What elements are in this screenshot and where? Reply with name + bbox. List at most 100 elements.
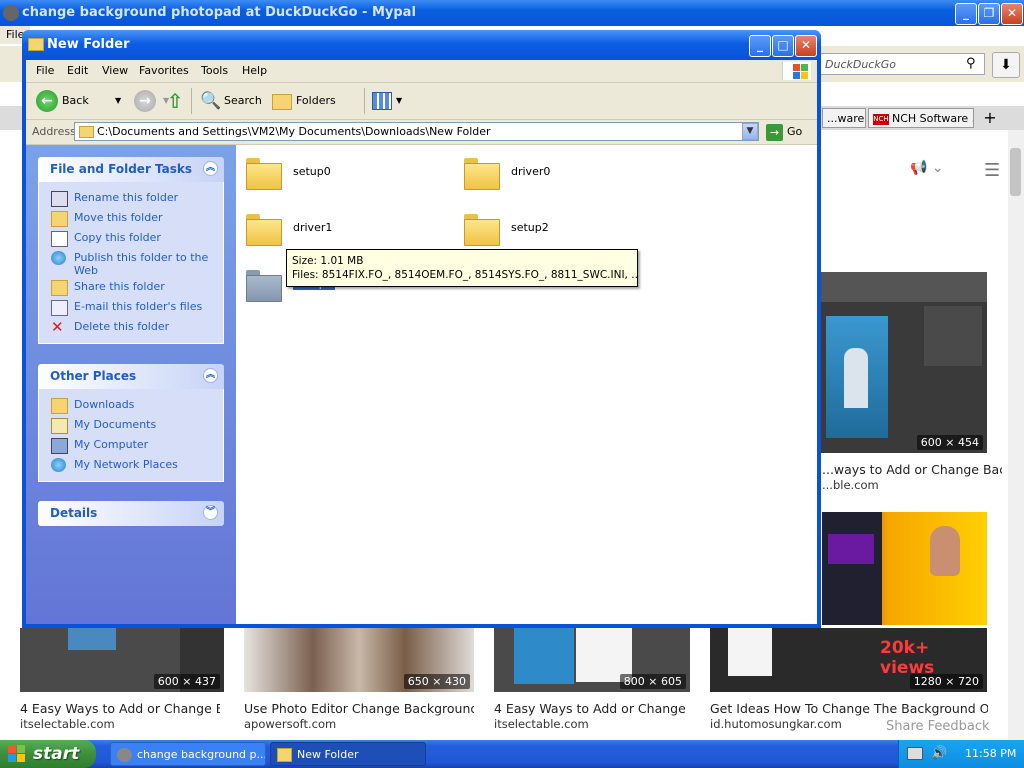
address-bar: Address C:\Documents and Settings\VM2\My… bbox=[26, 120, 817, 145]
address-input[interactable]: C:\Documents and Settings\VM2\My Documen… bbox=[74, 122, 759, 141]
folder-item[interactable]: setup2 bbox=[454, 208, 664, 252]
browser-maximize-button[interactable]: ❐ bbox=[978, 3, 1000, 25]
file-view[interactable]: setup0 driver0 driver1 setup2 setup1 bbox=[236, 145, 817, 624]
task-label: Move this folder bbox=[74, 211, 163, 224]
result-thumbnail[interactable]: 600 × 454 bbox=[820, 272, 987, 453]
task-email-files[interactable]: E-mail this folder's files bbox=[39, 297, 223, 317]
folder-item[interactable]: driver1 bbox=[236, 208, 446, 252]
place-downloads[interactable]: Downloads bbox=[39, 395, 223, 415]
result-host[interactable]: itselectable.com bbox=[494, 717, 589, 731]
explorer-title-bar[interactable]: New Folder _ □ ✕ bbox=[22, 30, 821, 60]
result-thumbnail[interactable]: 800 × 605 bbox=[494, 628, 690, 692]
result-host[interactable]: id.hutomosungkar.com bbox=[710, 717, 842, 731]
details-header[interactable]: Details ︾ bbox=[38, 501, 224, 526]
result-thumbnail[interactable]: 20k+ views 1280 × 720 bbox=[710, 628, 987, 692]
browser-minimize-button[interactable]: _ bbox=[955, 3, 977, 25]
browser-tab[interactable]: NCH NCH Software ... bbox=[868, 108, 974, 128]
browser-tab-label: NCH Software ... bbox=[892, 112, 974, 125]
explorer-window: New Folder _ □ ✕ File Edit View Favorite… bbox=[22, 30, 821, 628]
menu-edit[interactable]: Edit bbox=[67, 60, 88, 82]
task-share-folder[interactable]: Share this folder bbox=[39, 277, 223, 297]
clock[interactable]: 11:58 PM bbox=[965, 740, 1016, 768]
go-arrow-icon: → bbox=[766, 123, 783, 141]
collapse-chevron-icon[interactable]: ︽ bbox=[203, 368, 218, 383]
folders-button[interactable]: Folders bbox=[296, 83, 336, 119]
menu-bar: File Edit View Favorites Tools Help bbox=[26, 60, 817, 83]
volume-icon[interactable]: 🔊 bbox=[931, 740, 947, 768]
result-thumbnail[interactable]: 600 × 437 bbox=[20, 628, 224, 692]
menu-favorites[interactable]: Favorites bbox=[139, 60, 189, 82]
maximize-button[interactable]: □ bbox=[772, 35, 794, 57]
result-title[interactable]: ...ways to Add or Change Bac... bbox=[822, 462, 1002, 477]
views-icon[interactable] bbox=[372, 92, 392, 110]
share-feedback-link[interactable]: Share Feedback bbox=[886, 719, 990, 734]
scrollbar-thumb[interactable] bbox=[1010, 148, 1021, 196]
file-folder-tasks-header[interactable]: File and Folder Tasks ︽ bbox=[38, 157, 224, 182]
browser-tab[interactable]: ...ware ... bbox=[822, 108, 866, 128]
task-label: Share this folder bbox=[74, 280, 165, 293]
views-dropdown-icon[interactable]: ▼ bbox=[396, 83, 402, 119]
keyboard-icon[interactable] bbox=[907, 747, 923, 760]
menu-tools[interactable]: Tools bbox=[201, 60, 228, 82]
menu-file[interactable]: File bbox=[36, 60, 54, 82]
result-host[interactable]: apowersoft.com bbox=[244, 717, 336, 731]
megaphone-icon[interactable]: 📢 ⌄ bbox=[910, 160, 944, 176]
place-my-documents[interactable]: My Documents bbox=[39, 415, 223, 435]
task-copy-folder[interactable]: Copy this folder bbox=[39, 228, 223, 248]
result-host[interactable]: ...ble.com bbox=[822, 478, 879, 492]
task-move-folder[interactable]: Move this folder bbox=[39, 208, 223, 228]
collapse-chevron-icon[interactable]: ︽ bbox=[203, 161, 218, 176]
result-thumbnail[interactable] bbox=[822, 512, 987, 625]
other-places-header[interactable]: Other Places ︽ bbox=[38, 364, 224, 389]
browser-search-input[interactable]: DuckDuckGo bbox=[820, 53, 985, 75]
globe-icon bbox=[51, 251, 66, 265]
folder-item[interactable]: setup0 bbox=[236, 152, 446, 196]
my-computer-icon bbox=[51, 438, 68, 454]
task-label: Rename this folder bbox=[74, 191, 179, 204]
search-icon[interactable]: ⚲ bbox=[966, 56, 980, 71]
back-arrow-icon[interactable]: ← bbox=[36, 90, 58, 112]
result-host[interactable]: itselectable.com bbox=[20, 717, 115, 731]
task-pane: File and Folder Tasks ︽ Rename this fold… bbox=[26, 145, 236, 624]
browser-scrollbar[interactable] bbox=[1008, 130, 1024, 740]
image-size-badge: 800 × 605 bbox=[619, 674, 686, 689]
back-button[interactable]: Back bbox=[62, 83, 89, 119]
result-title[interactable]: 4 Easy Ways to Add or Change B... bbox=[20, 701, 220, 716]
back-dropdown-icon[interactable]: ▼ bbox=[115, 83, 121, 119]
go-button[interactable]: → Go bbox=[766, 122, 802, 142]
search-button[interactable]: Search bbox=[224, 83, 262, 119]
place-label: My Computer bbox=[74, 438, 149, 451]
expand-chevron-icon[interactable]: ︾ bbox=[203, 505, 218, 520]
folder-icon bbox=[246, 214, 282, 246]
address-dropdown-icon[interactable]: ▼ bbox=[742, 123, 758, 140]
taskbar-item-browser[interactable]: change background p... bbox=[110, 742, 266, 766]
download-icon[interactable]: ⬇ bbox=[992, 52, 1020, 78]
folder-icon bbox=[246, 270, 282, 302]
menu-help[interactable]: Help bbox=[242, 60, 267, 82]
menu-view[interactable]: View bbox=[102, 60, 128, 82]
new-tab-button[interactable]: + bbox=[978, 108, 1002, 128]
task-delete-folder[interactable]: ✕ Delete this folder bbox=[39, 317, 223, 337]
forward-arrow-icon[interactable]: → bbox=[134, 90, 156, 112]
hamburger-menu-icon[interactable]: ☰ bbox=[984, 160, 1000, 181]
search-icon[interactable]: 🔍 bbox=[200, 83, 221, 119]
task-rename-folder[interactable]: Rename this folder bbox=[39, 188, 223, 208]
result-title[interactable]: Get Ideas How To Change The Background O… bbox=[710, 701, 988, 716]
panel-title: Other Places bbox=[50, 369, 137, 383]
result-thumbnail[interactable]: 650 × 430 bbox=[244, 628, 474, 692]
result-title[interactable]: 4 Easy Ways to Add or Change ... bbox=[494, 701, 690, 716]
network-icon bbox=[51, 458, 66, 472]
minimize-button[interactable]: _ bbox=[749, 35, 771, 57]
result-title[interactable]: Use Photo Editor Change Background bbox=[244, 701, 474, 716]
folder-item[interactable]: driver0 bbox=[454, 152, 664, 196]
browser-close-button[interactable]: ✕ bbox=[1001, 3, 1023, 25]
start-button[interactable]: start bbox=[0, 740, 96, 768]
taskbar-item-new-folder[interactable]: New Folder bbox=[270, 742, 426, 766]
place-my-network-places[interactable]: My Network Places bbox=[39, 455, 223, 475]
close-button[interactable]: ✕ bbox=[795, 35, 817, 57]
image-size-badge: 600 × 437 bbox=[153, 674, 220, 689]
place-my-computer[interactable]: My Computer bbox=[39, 435, 223, 455]
up-folder-icon[interactable]: ⇧ bbox=[164, 90, 186, 112]
task-publish-folder[interactable]: Publish this folder to the Web bbox=[39, 248, 223, 277]
folders-icon[interactable] bbox=[272, 94, 292, 110]
